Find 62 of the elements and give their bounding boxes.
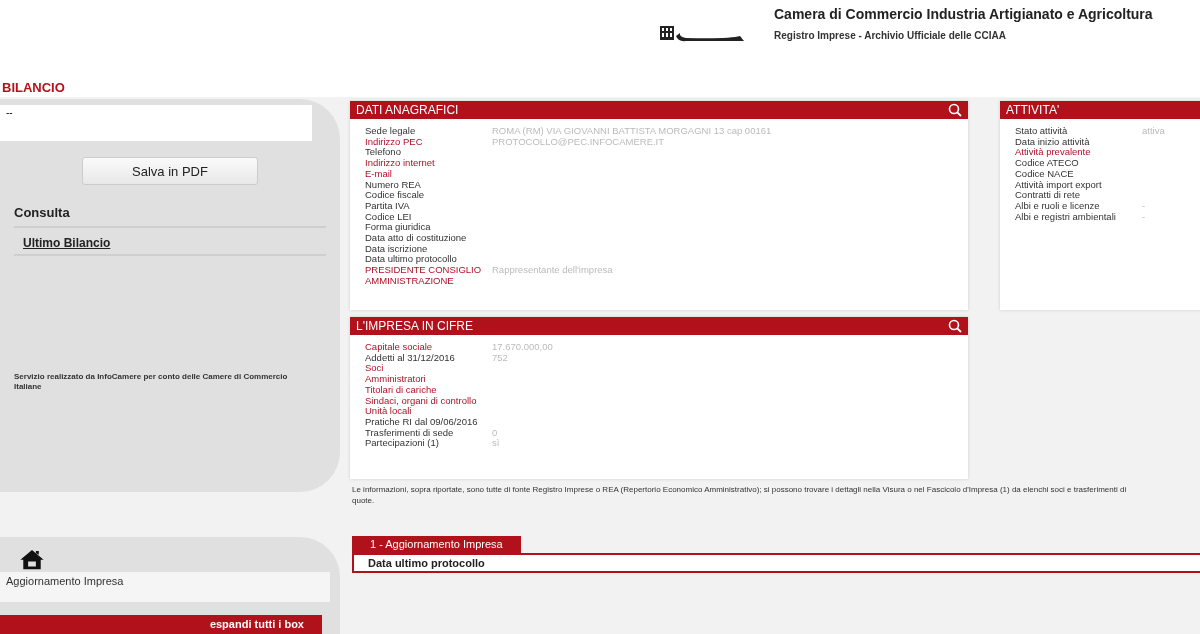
field-label: Contratti di rete [1015, 190, 1080, 201]
field-label: Partecipazioni (1) [365, 438, 440, 450]
field-value: - [1141, 200, 1147, 212]
field-value: - [1141, 211, 1147, 223]
field-label: Forma giuridica [365, 222, 432, 234]
field-label[interactable]: Attività prevalente [1015, 147, 1140, 159]
card-title: DATI ANAGRAFICI [356, 103, 459, 117]
field-label: Stato attività [1015, 126, 1069, 137]
field-value: 0 [491, 427, 499, 439]
field-label: Partita IVA [365, 200, 411, 212]
section-row: Data ultimo protocollo [352, 553, 1200, 573]
field-label: Albi e registri ambientali [1015, 211, 1117, 223]
field-value: PROTOCOLLO@PEC.INFOCAMERE.IT [491, 136, 666, 148]
field-label: Albi e ruoli e licenze [1015, 200, 1101, 212]
header-subtitle: Registro Imprese - Archivio Ufficiale delle CCIAA [774, 30, 1007, 41]
field-label: Sede legale [365, 126, 417, 137]
field-label[interactable]: Capitale sociale [365, 342, 490, 353]
field-label: Data iscrizione [365, 243, 429, 255]
field-label: Attività import export [1015, 179, 1103, 191]
field-label[interactable]: Indirizzo internet [365, 158, 490, 169]
field-label[interactable]: Titolari di cariche [365, 384, 490, 396]
field-label: Codice LEI [365, 211, 413, 223]
sidebar-link[interactable]: Ultimo Bilancio [23, 236, 326, 250]
home-icon[interactable] [19, 549, 45, 571]
field-label: Codice fiscale [365, 190, 426, 201]
field-value: Rappresentante dell'impresa [491, 265, 614, 278]
field-label[interactable]: Unità locali [365, 406, 490, 417]
service-note: Servizio realizzato da InfoCamere per conto delle Camere di Commercio Italiane [14, 372, 289, 392]
page-title: BILANCIO [0, 80, 1200, 97]
field-value: sì [491, 438, 501, 450]
field-label: Pratiche RI dal 09/06/2016 [365, 416, 479, 428]
company-name: -- [0, 105, 312, 141]
field-label: Codice NACE [1015, 168, 1075, 180]
section-tab[interactable]: 1 - Aggiornamento Impresa [352, 536, 521, 553]
field-label[interactable]: PRESIDENTE CONSIGLIO AMMINISTRAZIONE [365, 265, 490, 287]
save-pdf-button[interactable]: Salva in PDF [82, 157, 258, 185]
field-label: Data atto di costituzione [365, 233, 468, 244]
field-label[interactable]: Soci [365, 363, 490, 375]
field-label: Numero REA [365, 179, 422, 191]
header-title: Camera di Commercio Industria Artigianato e Agricoltura [774, 6, 1153, 22]
field-label[interactable]: Amministratori [365, 374, 490, 385]
field-label[interactable]: Sindaci, organi di controllo [365, 395, 490, 407]
field-label: Data ultimo protocollo [365, 254, 458, 266]
field-value: 752 [491, 352, 509, 364]
sidebar-item[interactable]: Aggiornamento Impresa [0, 572, 330, 602]
field-label: Addetti al 31/12/2016 [365, 352, 456, 364]
field-label[interactable]: Indirizzo PEC [365, 136, 490, 148]
search-icon[interactable] [948, 319, 962, 333]
field-label: Codice ATECO [1015, 158, 1080, 169]
card-title: ATTIVITA' [1006, 103, 1060, 117]
field-value: 17.670.000,00 [491, 342, 554, 353]
field-label: Telefono [365, 147, 402, 159]
field-label: Data inizio attività [1015, 136, 1091, 148]
source-note: Le informazioni, sopra riportate, sono tutte di fonte Registro Imprese o REA (Repertorio Economico Amministrativo); si possono trovare i dettagli nella Visura o nel Fascicolo d'Impresa (1) da elenchi soci e trasferimenti di quote. [352, 484, 1128, 506]
field-value: attiva [1141, 126, 1166, 137]
field-label[interactable]: E-mail [365, 168, 490, 180]
expand-all-button[interactable]: espandi tutti i box [0, 614, 322, 634]
field-label: Trasferimenti di sede [365, 427, 455, 439]
field-value: ROMA (RM) VIA GIOVANNI BATTISTA MORGAGNI 13 cap 00161 [491, 126, 773, 137]
section-heading: Consulta [14, 205, 326, 228]
card-title: L'IMPRESA IN CIFRE [356, 319, 473, 333]
search-icon[interactable] [948, 103, 962, 117]
